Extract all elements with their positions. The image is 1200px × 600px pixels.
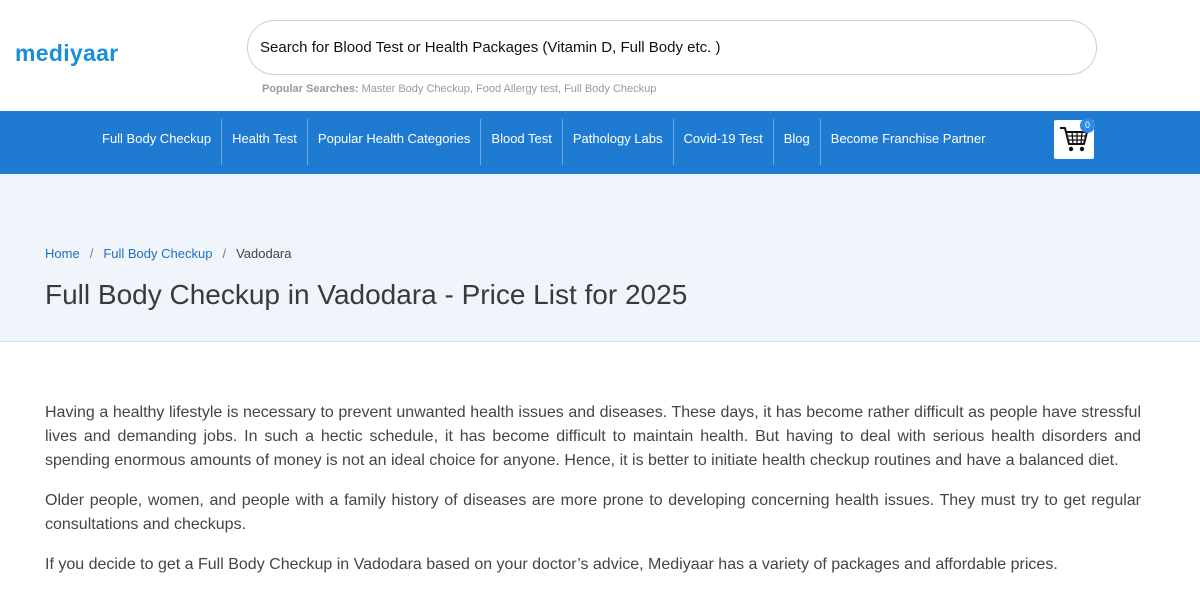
page-title: Full Body Checkup in Vadodara - Price Li… [45, 279, 688, 310]
page-banner: Home / Full Body Checkup / Vadodara Full Bod… [0, 174, 1200, 342]
nav-item-health-test[interactable]: Health Test [222, 119, 308, 165]
breadcrumb-home[interactable]: Home [45, 246, 80, 261]
search-box[interactable] [247, 20, 1097, 75]
nav-item-popular-health-categories[interactable]: Popular Health Categories [308, 119, 482, 165]
site-logo[interactable]: mediyaar [15, 40, 118, 67]
breadcrumb-full-body-checkup[interactable]: Full Body Checkup [103, 246, 212, 261]
nav-item-pathology-labs[interactable]: Pathology Labs [563, 119, 674, 165]
article-paragraph: Having a healthy lifestyle is necessary … [45, 404, 1141, 469]
breadcrumb-current: Vadodara [236, 246, 292, 261]
nav-item-full-body-checkup[interactable]: Full Body Checkup [92, 119, 223, 165]
article-content: Having a healthy lifestyle is necessary … [45, 401, 1141, 593]
breadcrumb-separator: / [222, 246, 227, 261]
breadcrumb-separator: / [89, 246, 94, 261]
popular-searches: Popular Searches: Master Body Checkup, F… [262, 83, 657, 95]
site-header: mediyaar Popular Searches: Master Body C… [0, 0, 1200, 111]
search-input[interactable] [260, 21, 1080, 74]
article-paragraph: Older people, women, and people with a f… [45, 492, 1141, 533]
popular-search-link[interactable]: Master Body Checkup [362, 83, 470, 95]
nav-item-covid-19-test[interactable]: Covid-19 Test [674, 119, 774, 165]
popular-search-link[interactable]: Full Body Checkup [564, 83, 656, 95]
main-nav: Full Body Checkup Health Test Popular He… [0, 111, 1200, 174]
nav-item-blog[interactable]: Blog [774, 119, 821, 165]
cart-count-badge: 0 [1080, 118, 1095, 133]
article-paragraph: If you decide to get a Full Body Checkup… [45, 556, 1058, 573]
breadcrumb: Home / Full Body Checkup / Vadodara [45, 246, 291, 261]
popular-searches-label: Popular Searches: [262, 83, 359, 95]
popular-search-link[interactable]: Food Allergy test [476, 83, 558, 95]
nav-menu: Full Body Checkup Health Test Popular He… [92, 119, 995, 165]
nav-item-blood-test[interactable]: Blood Test [481, 119, 563, 165]
nav-item-become-franchise-partner[interactable]: Become Franchise Partner [821, 119, 996, 165]
